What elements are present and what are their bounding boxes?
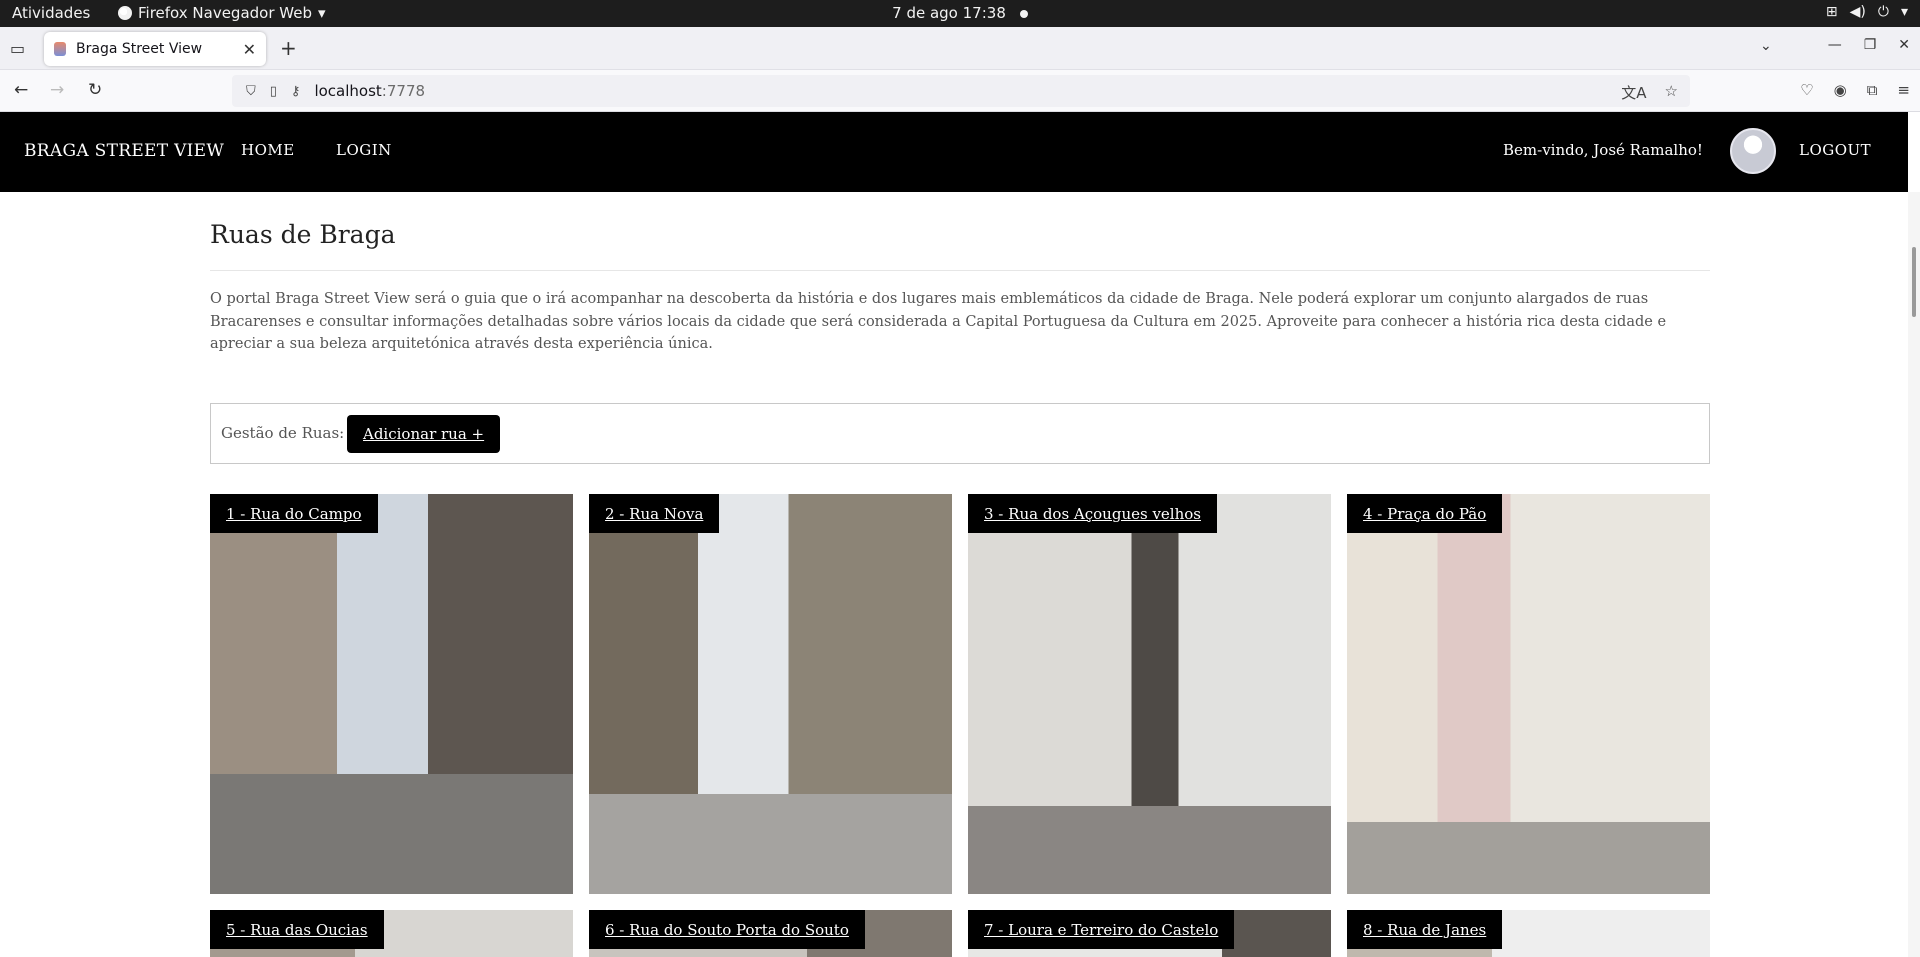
street-link[interactable]: 8 - Rua de Janes bbox=[1347, 910, 1503, 949]
street-link[interactable]: 6 - Rua do Souto Porta do Souto bbox=[589, 910, 865, 949]
back-icon[interactable]: ← bbox=[14, 80, 28, 100]
clock[interactable]: 7 de ago 17:38 bbox=[0, 4, 1920, 22]
url-bar[interactable]: ⛉ ▯ ⚷ localhost:7778 文A ☆ bbox=[232, 75, 1690, 107]
restore-icon[interactable]: ❐ bbox=[1864, 37, 1877, 53]
pocket-icon[interactable]: ♡ bbox=[1800, 81, 1813, 99]
street-photo[interactable] bbox=[968, 494, 1331, 894]
street-link[interactable]: 4 - Praça do Pão bbox=[1347, 494, 1503, 533]
street-link[interactable]: 7 - Loura e Terreiro do Castelo bbox=[968, 910, 1235, 949]
street-card-2[interactable]: 2 - Rua Nova bbox=[589, 494, 952, 894]
nav-logout[interactable]: LOGOUT bbox=[1799, 141, 1871, 159]
extensions-icon[interactable]: ⧉ bbox=[1867, 81, 1878, 99]
tab-strip: ▭ Braga Street View ✕ + ⌄ — ❐ ✕ bbox=[0, 27, 1920, 70]
street-card-8[interactable]: 8 - Rua de Janes bbox=[1347, 910, 1710, 957]
street-link[interactable]: 1 - Rua do Campo bbox=[210, 494, 378, 533]
nav-login[interactable]: LOGIN bbox=[336, 141, 392, 159]
browser-tab[interactable]: Braga Street View ✕ bbox=[44, 32, 266, 66]
system-tray[interactable]: ⊞ ◀) ⏻ ▾ bbox=[1826, 4, 1908, 20]
welcome-message: Bem-vindo, José Ramalho! bbox=[1503, 141, 1703, 159]
forward-icon[interactable]: → bbox=[50, 80, 64, 100]
street-photo[interactable] bbox=[1347, 494, 1710, 894]
key-icon[interactable]: ⚷ bbox=[291, 84, 301, 99]
url-bar-actions: 文A ☆ bbox=[1621, 82, 1678, 103]
avatar[interactable] bbox=[1730, 128, 1776, 174]
street-photo[interactable] bbox=[589, 494, 952, 894]
add-street-button[interactable]: Adicionar rua + bbox=[347, 415, 501, 453]
shield-icon[interactable]: ⛉ bbox=[246, 84, 256, 99]
street-card-6[interactable]: 6 - Rua do Souto Porta do Souto bbox=[589, 910, 952, 957]
volume-icon: ◀) bbox=[1849, 4, 1866, 20]
street-management-panel: Gestão de Ruas: Adicionar rua + bbox=[210, 403, 1710, 464]
close-window-icon[interactable]: ✕ bbox=[1898, 37, 1910, 53]
site-header: BRAGA STREET VIEW HOME LOGIN Bem-vindo, … bbox=[0, 112, 1908, 192]
street-link[interactable]: 2 - Rua Nova bbox=[589, 494, 720, 533]
url-port: :7778 bbox=[381, 82, 426, 100]
street-card-5[interactable]: 5 - Rua das Oucias bbox=[210, 910, 573, 957]
navigation-toolbar: ← → ↻ ⛉ ▯ ⚷ localhost:7778 文A ☆ ♡ ◉ ⧉ ≡ bbox=[0, 70, 1920, 112]
street-card-4[interactable]: 4 - Praça do Pão bbox=[1347, 494, 1710, 894]
bookmark-star-icon[interactable]: ☆ bbox=[1665, 82, 1678, 103]
site-brand[interactable]: BRAGA STREET VIEW bbox=[24, 141, 224, 161]
street-card-1[interactable]: 1 - Rua do Campo bbox=[210, 494, 573, 894]
divider bbox=[210, 270, 1710, 271]
intro-text: O portal Braga Street View será o guia q… bbox=[210, 291, 1667, 352]
menu-icon[interactable]: ≡ bbox=[1897, 81, 1910, 99]
street-link[interactable]: 5 - Rua das Oucias bbox=[210, 910, 384, 949]
list-all-tabs-icon[interactable]: ▭ bbox=[10, 39, 25, 58]
close-tab-icon[interactable]: ✕ bbox=[243, 40, 256, 59]
street-card-7[interactable]: 7 - Loura e Terreiro do Castelo bbox=[968, 910, 1331, 957]
page-scrollbar[interactable] bbox=[1908, 192, 1920, 957]
management-label: Gestão de Ruas: bbox=[221, 424, 345, 442]
scrollbar-thumb[interactable] bbox=[1912, 247, 1916, 317]
notification-dot-icon bbox=[1019, 9, 1028, 18]
chevron-down-icon: ▾ bbox=[1900, 4, 1908, 20]
page-icon: ▯ bbox=[269, 83, 277, 99]
nav-home[interactable]: HOME bbox=[241, 141, 295, 159]
tab-title: Braga Street View bbox=[76, 41, 203, 57]
power-icon: ⏻ bbox=[1877, 4, 1889, 20]
toolbar-actions: ♡ ◉ ⧉ ≡ bbox=[1800, 81, 1910, 99]
account-icon[interactable]: ◉ bbox=[1834, 81, 1847, 99]
url-host: localhost bbox=[314, 82, 382, 100]
favicon-icon bbox=[54, 42, 66, 56]
system-top-bar: Atividades Firefox Navegador Web ▾ 7 de … bbox=[0, 0, 1920, 27]
street-photo[interactable] bbox=[210, 494, 573, 894]
page-title: Ruas de Braga bbox=[210, 220, 396, 249]
translate-icon[interactable]: 文A bbox=[1621, 82, 1646, 103]
reload-icon[interactable]: ↻ bbox=[88, 80, 102, 100]
tab-overflow-chevron-icon[interactable]: ⌄ bbox=[1760, 38, 1772, 54]
street-card-3[interactable]: 3 - Rua dos Açougues velhos bbox=[968, 494, 1331, 894]
minimize-icon[interactable]: — bbox=[1828, 37, 1842, 53]
new-tab-icon[interactable]: + bbox=[280, 36, 297, 60]
clock-text: 7 de ago 17:38 bbox=[892, 4, 1006, 22]
network-icon: ⊞ bbox=[1825, 4, 1838, 20]
window-controls: — ❐ ✕ bbox=[1828, 37, 1910, 53]
street-link[interactable]: 3 - Rua dos Açougues velhos bbox=[968, 494, 1217, 533]
